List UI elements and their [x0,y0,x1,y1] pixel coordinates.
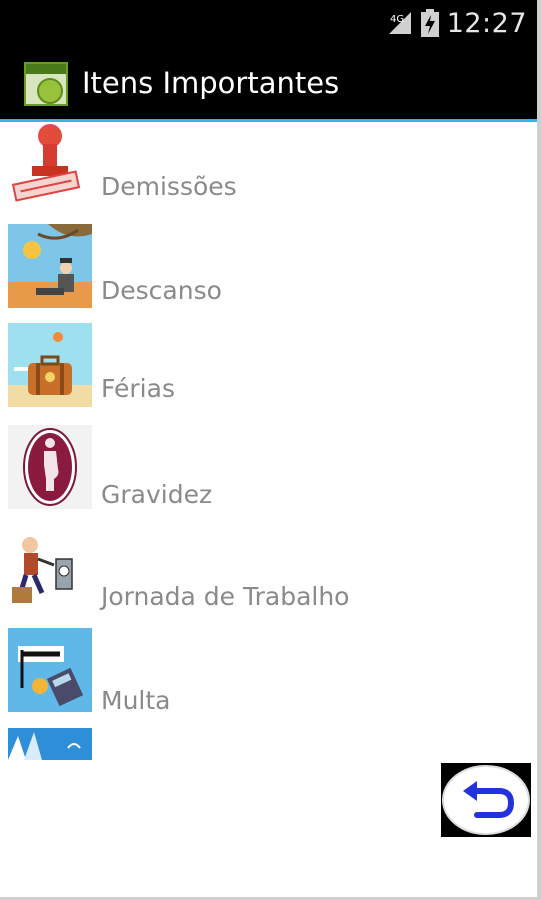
worker-clock-icon [8,527,92,611]
battery-icon [420,9,439,37]
list-item-label: Férias [101,374,175,403]
list-item-label: Gravidez [101,480,213,509]
pregnant-woman-icon [8,425,92,509]
back-arrow-icon [442,765,530,835]
status-icons: 4G 12:27 [387,6,527,40]
list-item-descanso[interactable]: Descanso [0,224,541,326]
signal-icon: 4G [388,12,411,34]
resting-man-icon [8,224,92,308]
list-item-label: Descanso [101,276,222,305]
list-item-label: Jornada de Trabalho [101,582,350,611]
fine-calculator-icon [8,628,92,712]
list-item-label: Multa [101,686,171,715]
partial-thumbnail-icon [8,728,92,760]
back-button[interactable] [441,763,531,837]
list-item-ferias[interactable]: Férias [0,323,541,428]
list-item-multa[interactable]: Multa [0,628,541,734]
app-icon [24,62,68,106]
rubber-stamp-icon [8,122,92,206]
suitcase-beach-icon [8,323,92,407]
page-title: Itens Importantes [82,66,340,100]
list-item-partial[interactable] [0,728,541,760]
svg-text:4G: 4G [390,14,404,25]
list-item-demissoes[interactable]: Demissões [0,122,541,224]
list-item-gravidez[interactable]: Gravidez [0,425,541,530]
status-bar: 4G 12:27 [0,0,541,46]
list-item-label: Demissões [101,172,237,201]
window-edge [537,0,541,900]
list-item-jornada-de-trabalho[interactable]: Jornada de Trabalho [0,527,541,632]
status-time: 12:27 [446,7,527,39]
